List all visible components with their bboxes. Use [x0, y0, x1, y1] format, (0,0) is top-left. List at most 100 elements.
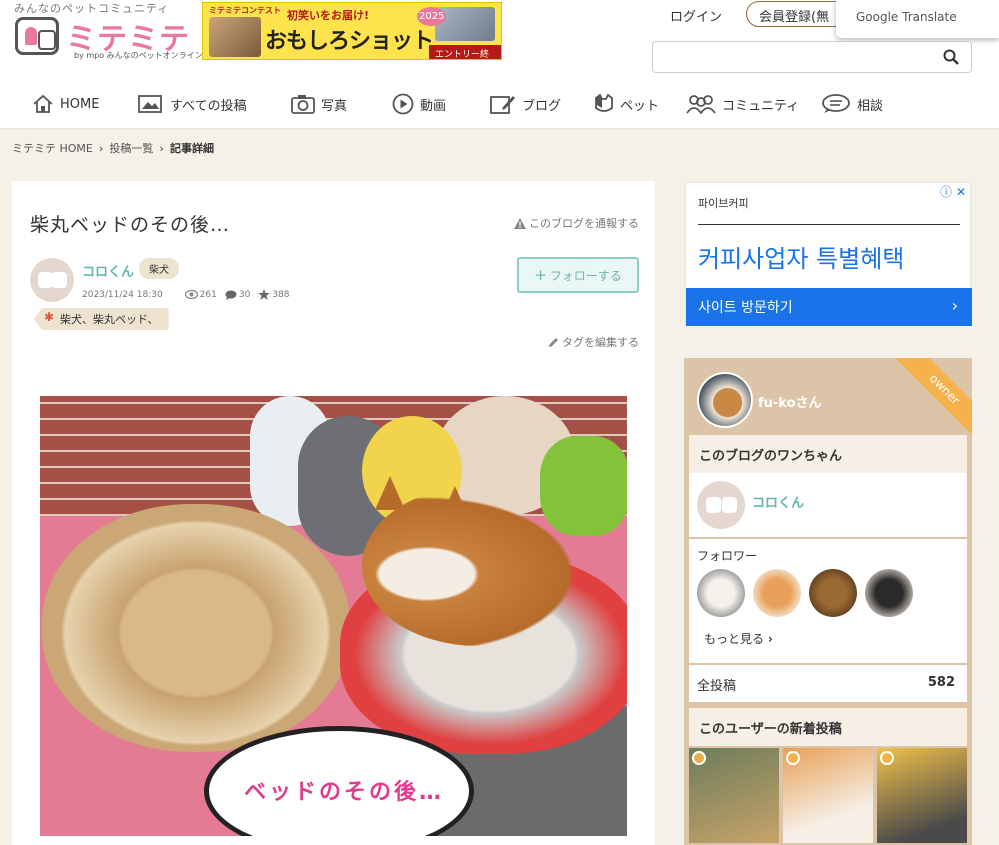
pencil-icon: [549, 337, 558, 347]
breadcrumb-home[interactable]: ミテミテ HOME: [12, 140, 93, 156]
avatar[interactable]: [30, 258, 74, 302]
follower-avatar[interactable]: [865, 569, 913, 617]
owner-username[interactable]: fu-koさん: [758, 392, 822, 411]
chevron-right-icon: ›: [767, 632, 773, 646]
post-thumbnail[interactable]: [783, 748, 873, 843]
nav-blog[interactable]: ブログ: [490, 92, 561, 116]
dog-name[interactable]: コロくん: [752, 492, 804, 511]
new-posts-grid: [689, 748, 967, 843]
nav-label: ブログ: [522, 98, 562, 114]
owner-ribbon: owner: [893, 358, 972, 441]
nav-home[interactable]: HOME: [32, 92, 99, 116]
post-thumbnail[interactable]: [877, 748, 967, 843]
views-count: 261: [199, 289, 217, 300]
total-posts-label: 全投稿: [697, 679, 737, 694]
ad-cta-label: 사이트 방문하기: [698, 300, 793, 316]
report-label: このブログを通報する: [529, 217, 639, 230]
search-input[interactable]: [653, 42, 931, 72]
edit-tags-link[interactable]: タグを編集する: [548, 334, 639, 350]
follower-avatar[interactable]: [753, 569, 801, 617]
more-label: もっと見る: [704, 632, 765, 646]
post-date: 2023/11/24 18:30: [82, 289, 163, 300]
login-link[interactable]: ログイン: [670, 6, 722, 25]
ad-brand: 파이브커피: [698, 197, 749, 210]
ad-divider: [698, 224, 960, 225]
likes-stat: 388: [258, 289, 290, 300]
edit-tags-label: タグを編集する: [562, 336, 639, 349]
breadcrumb-current: 記事詳細: [169, 142, 214, 155]
ad-cta-button[interactable]: 사이트 방문하기 ›: [686, 288, 972, 326]
nav-consult[interactable]: 相談: [821, 92, 883, 116]
follower-avatar[interactable]: [809, 569, 857, 617]
star-icon: [258, 289, 271, 300]
banner-photo: [209, 17, 261, 57]
report-link[interactable]: このブログを通報する: [514, 215, 639, 231]
search-box: [652, 41, 972, 73]
breadcrumb: ミテミテ HOME › 投稿一覧 › 記事詳細: [12, 140, 214, 156]
nav-label: 相談: [857, 98, 884, 114]
photo-caption: ベッドのその後…: [243, 780, 444, 805]
blog-owner-panel: owner fu-koさん このブログのワンちゃん コロくん フォロワー もっと…: [684, 358, 972, 845]
post-photo[interactable]: ベッドのその後…: [40, 396, 627, 836]
author-name[interactable]: コロくん: [82, 261, 134, 280]
advertisement[interactable]: ⓘ ✕ 파이브커피 커피사업자 특별혜택 사이트 방문하기 ›: [685, 182, 972, 326]
logo-icon[interactable]: [15, 17, 59, 55]
post-thumbnail[interactable]: [689, 748, 779, 843]
community-icon: [686, 95, 716, 114]
tag-list: 柴犬、柴丸ベッド、: [60, 313, 159, 326]
tag-icon: ✱: [44, 310, 55, 324]
eye-icon: [184, 290, 198, 299]
site-header: みんなのペットコミュニティ ミテミテ by mpo みんなのペットオンライン ミ…: [0, 0, 999, 130]
banner-subtitle: 初笑いをお届け!: [287, 9, 370, 22]
search-icon: [943, 49, 959, 65]
nav-videos[interactable]: 動画: [392, 92, 446, 116]
chevron-right-icon: ›: [951, 296, 958, 315]
chevron-right-icon: ›: [159, 141, 164, 155]
views-stat: 261: [184, 289, 217, 300]
banner-status: エントリー終了: [429, 45, 501, 59]
logo-subtitle: by mpo みんなのペットオンライン: [74, 51, 203, 60]
video-icon: [786, 751, 800, 765]
nav-label: 動画: [420, 98, 447, 114]
tag-chip[interactable]: ✱ 柴犬、柴丸ベッド、: [34, 308, 169, 330]
warning-icon: [514, 217, 526, 229]
post-title: 柴丸ベッドのその後…: [30, 214, 231, 236]
nav-all-posts[interactable]: すべての投稿: [138, 92, 247, 116]
follow-label: フォローする: [549, 268, 622, 283]
breadcrumb-posts[interactable]: 投稿一覧: [109, 140, 153, 156]
comments-count: 30: [238, 289, 251, 300]
post-meta: 2023/11/24 18:30 261 30 388: [82, 289, 290, 300]
search-button[interactable]: [931, 42, 971, 72]
comment-icon: [225, 290, 237, 300]
new-posts-title: このユーザーの新着投稿: [689, 708, 967, 746]
follow-button[interactable]: + フォローする: [517, 257, 639, 293]
nav-pets[interactable]: ペット: [594, 92, 659, 116]
breed-badge[interactable]: 柴犬: [139, 258, 179, 279]
ad-headline[interactable]: 커피사업자 특별혜택: [698, 239, 904, 274]
chat-icon: [822, 94, 850, 113]
avatar[interactable]: [697, 372, 753, 428]
google-translate-popup[interactable]: Google Translate: [836, 0, 999, 38]
blog-icon: [490, 96, 515, 114]
total-posts-row: 全投稿 582: [689, 665, 967, 702]
nav-photos[interactable]: 写真: [291, 92, 347, 116]
dog-section: コロくん: [689, 473, 967, 537]
ad-info-close-icon[interactable]: ⓘ ✕: [940, 183, 966, 200]
total-posts-value: 582: [927, 675, 955, 690]
play-icon: [392, 93, 414, 115]
posts-icon: [138, 95, 162, 113]
home-icon: [33, 94, 53, 113]
avatar[interactable]: [697, 481, 745, 529]
nav-label: すべての投稿: [170, 98, 247, 114]
more-followers-link[interactable]: もっと見る ›: [704, 630, 773, 647]
chevron-right-icon: ›: [98, 141, 104, 155]
header-divider: [0, 128, 999, 130]
contest-banner[interactable]: ミテミテコンテスト 初笑いをお届け! おもしろショット 2025 エントリー終了: [202, 2, 502, 60]
comments-stat: 30: [225, 290, 250, 300]
video-icon: [692, 751, 706, 765]
nav-community[interactable]: コミュニティ: [686, 92, 799, 116]
camera-icon: [291, 95, 315, 114]
banner-label: ミテミテコンテスト: [209, 6, 281, 15]
follower-avatar[interactable]: [697, 569, 745, 617]
nav-label: 写真: [321, 98, 348, 114]
